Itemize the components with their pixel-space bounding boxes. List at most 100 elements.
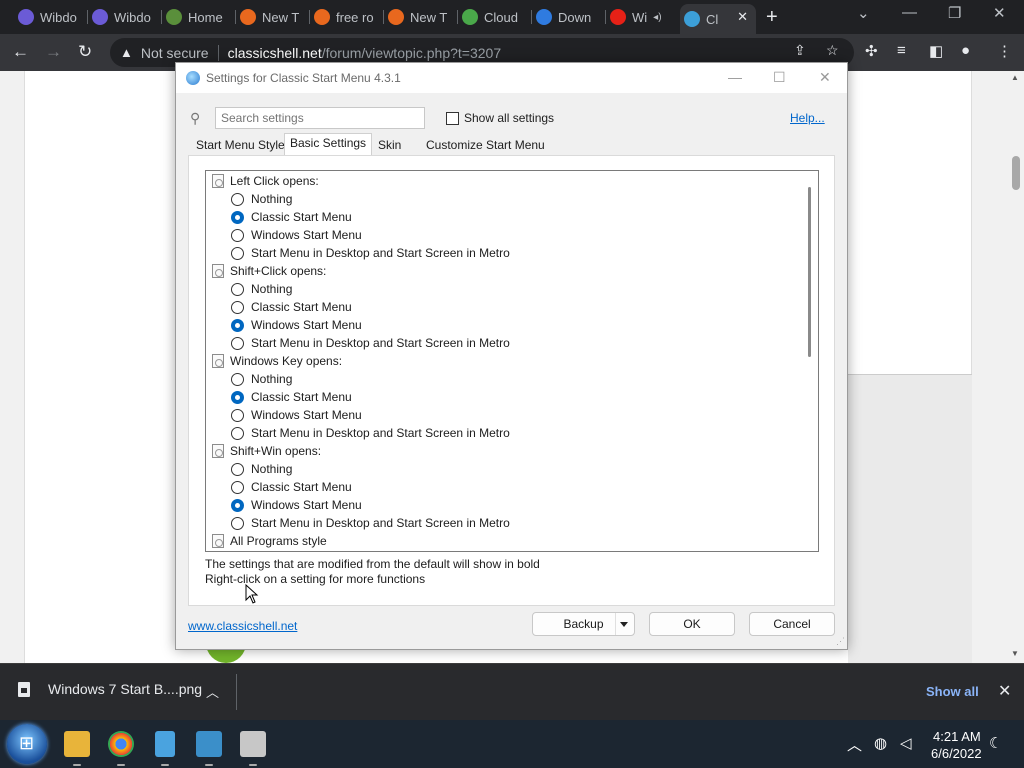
setting-group-row[interactable]: Shift+Win opens:: [206, 442, 321, 460]
radio-button[interactable]: [231, 408, 244, 422]
close-download-shelf-icon[interactable]: ✕: [998, 681, 1011, 701]
radio-button[interactable]: [231, 516, 244, 530]
forward-arrow-icon[interactable]: →: [45, 42, 62, 62]
radio-button[interactable]: [231, 372, 244, 386]
scroll-down-arrow-icon[interactable]: ▼: [1011, 649, 1019, 658]
browser-menu-icon[interactable]: ⋮: [997, 42, 1012, 60]
network-globe-icon[interactable]: ◍: [874, 734, 887, 752]
resize-grip-icon[interactable]: ⋰: [836, 636, 845, 647]
radio-button[interactable]: [231, 282, 244, 296]
radio-button-selected[interactable]: [231, 390, 244, 404]
page-scroll-thumb[interactable]: [1012, 156, 1020, 190]
side-panel-icon[interactable]: ◧: [929, 42, 943, 60]
show-all-settings-checkbox[interactable]: Show all settings: [446, 111, 554, 125]
security-status[interactable]: Not secure: [141, 45, 209, 61]
restore-window-button[interactable]: ❐: [948, 4, 961, 22]
browser-tab[interactable]: Cl ✕: [680, 4, 756, 34]
tab-basic-settings[interactable]: Basic Settings: [284, 133, 373, 156]
dialog-title-bar[interactable]: Settings for Classic Start Menu 4.3.1 — …: [176, 63, 847, 93]
close-window-button[interactable]: ✕: [993, 4, 1006, 22]
search-settings-input[interactable]: [215, 107, 425, 129]
radio-button[interactable]: [231, 426, 244, 440]
radio-option[interactable]: Start Menu in Desktop and Start Screen i…: [206, 514, 510, 532]
browser-tab[interactable]: Down: [532, 4, 606, 30]
control-panel-icon[interactable]: [196, 731, 222, 766]
tab-customize-start-menu[interactable]: Customize Start Menu: [422, 136, 545, 156]
scroll-up-arrow-icon[interactable]: ▲: [1011, 73, 1019, 82]
browser-tab[interactable]: free ro: [310, 4, 384, 30]
radio-button[interactable]: [231, 462, 244, 476]
reload-icon[interactable]: ↻: [78, 42, 92, 62]
ok-button[interactable]: OK: [649, 612, 735, 636]
radio-option[interactable]: Nothing: [206, 460, 292, 478]
radio-button[interactable]: [231, 480, 244, 494]
browser-tab[interactable]: Home: [162, 4, 236, 30]
night-mode-moon-icon[interactable]: ☾: [989, 734, 1002, 752]
settings-app-icon[interactable]: [240, 731, 266, 766]
reading-list-icon[interactable]: ≡: [897, 42, 906, 59]
setting-group-row[interactable]: Left Click opens:: [206, 172, 319, 190]
chevron-down-icon[interactable]: [620, 622, 628, 627]
page-scrollbar[interactable]: ▲ ▼: [1007, 71, 1024, 663]
chrome-icon[interactable]: [108, 731, 134, 766]
download-item[interactable]: Windows 7 Start B....png: [18, 681, 202, 697]
radio-button-selected[interactable]: [231, 318, 244, 332]
chevron-up-icon[interactable]: ︿: [206, 682, 219, 701]
file-explorer-icon[interactable]: [64, 731, 90, 766]
radio-option[interactable]: Windows Start Menu: [206, 406, 362, 424]
radio-button[interactable]: [231, 192, 244, 206]
dialog-minimize-button[interactable]: —: [728, 69, 742, 85]
clock-time[interactable]: 4:21 AM: [933, 729, 981, 744]
extensions-puzzle-icon[interactable]: ✣: [865, 42, 878, 60]
radio-button[interactable]: [231, 228, 244, 242]
dialog-maximize-button[interactable]: ☐: [773, 69, 786, 86]
radio-option[interactable]: Classic Start Menu: [206, 208, 352, 226]
browser-tab[interactable]: New T: [384, 4, 458, 30]
settings-tree-scrollbar[interactable]: [801, 171, 818, 551]
dialog-close-button[interactable]: ✕: [819, 69, 831, 86]
radio-button[interactable]: [231, 246, 244, 260]
radio-option[interactable]: Nothing: [206, 370, 292, 388]
radio-option[interactable]: Windows Start Menu: [206, 496, 362, 514]
radio-button[interactable]: [231, 300, 244, 314]
setting-group-row[interactable]: Shift+Click opens:: [206, 262, 326, 280]
radio-button-selected[interactable]: [231, 498, 244, 512]
backup-button[interactable]: Backup: [532, 612, 635, 636]
radio-option[interactable]: Classic Start Menu: [206, 388, 352, 406]
browser-tab[interactable]: Wi ◂): [606, 4, 680, 30]
setting-group-row[interactable]: All Programs style: [206, 532, 327, 550]
radio-option[interactable]: Classic Start Menu: [206, 298, 352, 316]
radio-option[interactable]: Start Menu in Desktop and Start Screen i…: [206, 244, 510, 262]
audio-playing-icon[interactable]: ◂): [653, 12, 661, 23]
browser-tab[interactable]: New T: [236, 4, 310, 30]
download-file-name[interactable]: Windows 7 Start B....png: [48, 681, 202, 697]
checkbox-box[interactable]: [446, 111, 459, 125]
url-host[interactable]: classicshell.net: [228, 45, 322, 61]
url-path[interactable]: /forum/viewtopic.php?t=3207: [322, 45, 501, 61]
show-all-downloads-button[interactable]: Show all: [926, 684, 979, 699]
radio-option[interactable]: Nothing: [206, 190, 292, 208]
classicshell-website-link[interactable]: www.classicshell.net: [188, 619, 297, 633]
new-tab-button[interactable]: +: [766, 6, 778, 29]
tab-skin[interactable]: Skin: [374, 136, 401, 156]
start-button[interactable]: ⊞: [7, 724, 47, 764]
browser-tab[interactable]: Cloud: [458, 4, 532, 30]
radio-option[interactable]: Start Menu in Desktop and Start Screen i…: [206, 334, 510, 352]
speaker-muted-icon[interactable]: ◁: [900, 734, 912, 752]
back-arrow-icon[interactable]: ←: [12, 42, 29, 62]
share-icon[interactable]: ⇪: [794, 42, 806, 59]
radio-button[interactable]: [231, 336, 244, 350]
radio-option[interactable]: Nothing: [206, 280, 292, 298]
show-hidden-icons-chevron-icon[interactable]: ︿: [847, 734, 862, 755]
help-link[interactable]: Help...: [790, 111, 825, 125]
browser-tab[interactable]: Wibdo: [14, 4, 88, 30]
minimize-window-button[interactable]: —: [902, 4, 917, 21]
cancel-button[interactable]: Cancel: [749, 612, 835, 636]
tab-search-icon[interactable]: ⌄: [857, 4, 870, 22]
tab-start-menu-style[interactable]: Start Menu Style: [192, 136, 285, 156]
notepad-icon[interactable]: [155, 731, 175, 766]
profile-avatar-icon[interactable]: ●: [961, 42, 970, 59]
radio-option[interactable]: Windows Start Menu: [206, 226, 362, 244]
close-tab-icon[interactable]: ✕: [737, 9, 748, 25]
radio-button-selected[interactable]: [231, 210, 244, 224]
